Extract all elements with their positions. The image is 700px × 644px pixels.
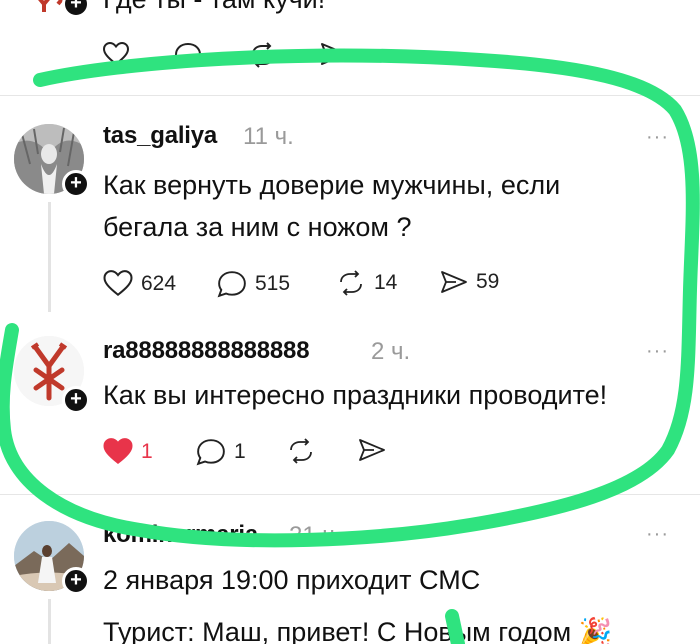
comment-count: 515 (255, 272, 291, 295)
share-count: 59 (476, 270, 500, 293)
repost-icon (290, 438, 312, 464)
post-kominarmaria: + kominarmaria 21 ч. ··· 2 января 19:00 … (0, 495, 700, 644)
comment-button[interactable] (174, 42, 202, 68)
comment-button[interactable]: 1 (196, 438, 246, 466)
like-button[interactable] (103, 42, 129, 66)
share-button[interactable] (358, 438, 386, 462)
comment-icon (196, 439, 225, 466)
like-count: 624 (141, 271, 177, 295)
post-text-line2: Турист: Маш, привет! С Новым годом 🎉 (103, 617, 613, 644)
share-icon (441, 271, 467, 293)
comment-icon (174, 42, 202, 68)
repost-button[interactable] (248, 42, 278, 68)
share-icon (321, 43, 347, 65)
heart-filled-icon (103, 438, 133, 465)
comment-button[interactable]: 515 (217, 270, 290, 298)
repost-button[interactable] (286, 438, 316, 464)
post-tas-galiya: + tas_galiya 11 ч. ··· Как вернуть довер… (0, 96, 700, 314)
follow-plus-icon[interactable]: + (62, 386, 90, 414)
like-count: 1 (141, 439, 153, 463)
repost-count: 14 (374, 271, 398, 294)
like-button[interactable]: 624 (103, 270, 176, 297)
username[interactable]: ra88888888888888 (103, 337, 310, 365)
thread-line (48, 599, 51, 644)
more-options-icon[interactable]: ··· (646, 126, 669, 149)
username[interactable]: kominarmaria (103, 521, 258, 549)
share-button[interactable] (320, 42, 348, 66)
post-time: 21 ч. (289, 522, 342, 549)
follow-plus-icon[interactable]: + (62, 170, 90, 198)
post-top: + Где ты - там кучи! (0, 0, 700, 94)
repost-button[interactable]: 14 (336, 270, 397, 296)
post-text: Как вы интересно праздники проводите! (103, 380, 608, 410)
thread-line (48, 202, 51, 312)
post-text-line2: бегала за ним с ножом ? (103, 212, 412, 242)
more-options-icon[interactable]: ··· (646, 523, 669, 546)
share-button[interactable]: 59 (440, 270, 499, 294)
post-time: 2 ч. (371, 338, 411, 365)
like-button[interactable]: 1 (103, 438, 153, 465)
repost-icon (252, 42, 274, 68)
repost-icon (340, 270, 362, 296)
post-text-line1: Как вернуть доверие мужчины, если (103, 170, 561, 200)
share-icon (359, 439, 385, 461)
post-time: 11 ч. (243, 123, 294, 150)
post-text: Где ты - там кучи! (103, 0, 325, 20)
more-options-icon[interactable]: ··· (646, 340, 669, 363)
comment-count: 1 (234, 440, 246, 463)
post-text-line1: 2 января 19:00 приходит СМС (103, 565, 481, 595)
comment-icon (217, 271, 246, 298)
heart-icon (103, 270, 133, 297)
follow-plus-icon[interactable]: + (62, 567, 90, 595)
username[interactable]: tas_galiya (103, 122, 217, 150)
post-ra888: + ra88888888888888 2 ч. ··· Как вы интер… (0, 314, 700, 494)
heart-icon (103, 42, 129, 66)
